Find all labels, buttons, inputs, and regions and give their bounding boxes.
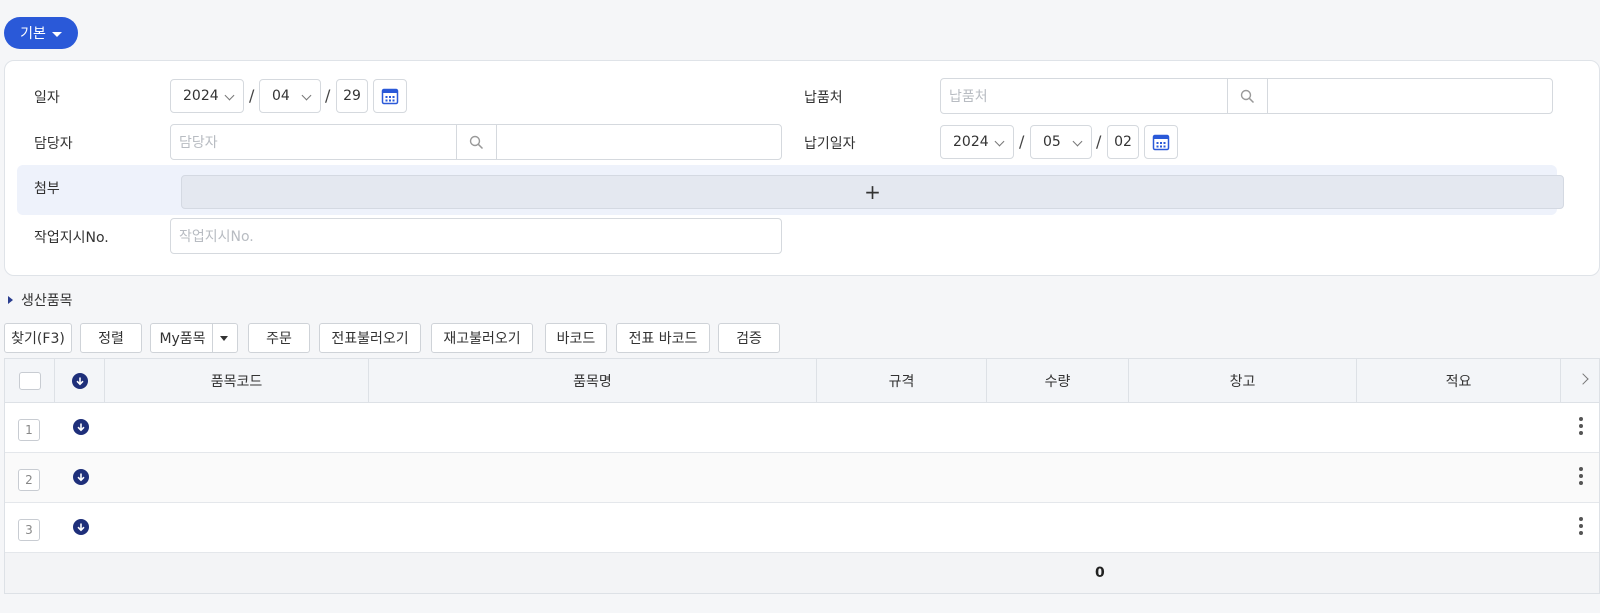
more-vertical-icon[interactable]	[1579, 467, 1583, 485]
input-form-card: 일자 2024 / 04 / 29 납품처 납품처 담당자 담당자 납기일자 2…	[4, 60, 1600, 276]
items-grid: 품목코드 품목명 규격 수량 창고 적요 1 2 3 0	[4, 358, 1600, 594]
arrow-down-circle-icon[interactable]	[73, 469, 89, 485]
supplier-search-button[interactable]	[1228, 79, 1268, 113]
plus-icon: +	[864, 180, 881, 204]
caret-down-icon	[51, 31, 62, 37]
work-order-label: 작업지시No.	[34, 230, 109, 246]
column-header[interactable]: 적요	[1357, 359, 1561, 403]
manager-name-display[interactable]	[497, 125, 781, 159]
date-day-input[interactable]: 29	[336, 79, 368, 113]
my-items-split-button: My품목	[150, 323, 238, 353]
barcode-button[interactable]: 바코드	[545, 323, 607, 353]
mode-label: 기본	[20, 26, 46, 42]
search-icon	[1240, 89, 1255, 103]
date-year-select[interactable]: 2024	[170, 79, 244, 113]
due-date-separator: /	[1096, 132, 1102, 151]
date-label: 일자	[34, 90, 60, 106]
supplier-search-field: 납품처	[940, 78, 1553, 114]
manager-search-field: 담당자	[170, 124, 782, 160]
due-date-day-input[interactable]: 02	[1107, 125, 1139, 159]
section-toggle[interactable]: 생산품목	[8, 290, 73, 310]
chevron-down-icon	[1072, 136, 1083, 147]
supplier-name-display[interactable]	[1268, 79, 1552, 113]
expand-all-cell	[55, 359, 105, 403]
date-month-select[interactable]: 04	[259, 79, 321, 113]
table-row[interactable]: 1	[5, 403, 1599, 453]
manager-label: 담당자	[34, 136, 73, 152]
manager-input[interactable]: 담당자	[171, 125, 457, 159]
triangle-right-icon	[8, 296, 13, 304]
arrow-down-circle-icon[interactable]	[71, 373, 88, 389]
attachment-label: 첨부	[34, 181, 60, 197]
due-date-month-select[interactable]: 05	[1030, 125, 1092, 159]
calendar-button[interactable]	[373, 79, 407, 113]
grid-header: 품목코드 품목명 규격 수량 창고 적요	[5, 359, 1599, 403]
quantity-total: 0	[1095, 565, 1105, 581]
table-row[interactable]: 2	[5, 453, 1599, 503]
find-button[interactable]: 찾기(F3)	[4, 323, 72, 353]
column-header[interactable]: 규격	[817, 359, 987, 403]
date-separator: /	[249, 86, 255, 105]
verify-button[interactable]: 검증	[718, 323, 780, 353]
chevron-right-icon[interactable]	[1577, 373, 1589, 385]
select-all-cell	[5, 359, 55, 403]
slip-barcode-button[interactable]: 전표 바코드	[616, 323, 710, 353]
arrow-down-circle-icon[interactable]	[73, 519, 89, 535]
search-icon	[469, 135, 484, 149]
load-slip-button[interactable]: 전표불러오기	[319, 323, 421, 353]
chevron-down-icon	[994, 136, 1005, 147]
order-button[interactable]: 주문	[248, 323, 310, 353]
section-title: 생산품목	[21, 293, 73, 309]
row-number[interactable]: 1	[18, 419, 40, 441]
due-date-calendar-button[interactable]	[1144, 125, 1178, 159]
column-header[interactable]: 품목코드	[105, 359, 369, 403]
calendar-icon	[381, 88, 399, 105]
grid-footer: 0	[5, 553, 1599, 593]
column-header[interactable]: 수량	[987, 359, 1129, 403]
calendar-icon	[1152, 134, 1170, 151]
due-date-separator: /	[1019, 132, 1025, 151]
arrow-down-circle-icon[interactable]	[73, 419, 89, 435]
my-items-button[interactable]: My품목	[153, 324, 213, 352]
supplier-input[interactable]: 납품처	[941, 79, 1228, 113]
load-stock-button[interactable]: 재고불러오기	[431, 323, 533, 353]
select-all-checkbox[interactable]	[18, 372, 41, 390]
supplier-label: 납품처	[804, 90, 843, 106]
work-order-input[interactable]: 작업지시No.	[170, 218, 782, 254]
chevron-down-icon	[301, 90, 312, 101]
column-header[interactable]: 품목명	[369, 359, 817, 403]
table-row[interactable]: 3	[5, 503, 1599, 553]
due-date-label: 납기일자	[804, 136, 856, 152]
manager-search-button[interactable]	[457, 125, 497, 159]
row-number[interactable]: 3	[18, 519, 40, 541]
caret-down-icon	[219, 335, 228, 341]
date-separator: /	[325, 86, 331, 105]
my-items-dropdown[interactable]	[213, 324, 235, 352]
chevron-down-icon	[224, 90, 235, 101]
mode-dropdown-button[interactable]: 기본	[4, 17, 78, 49]
more-vertical-icon[interactable]	[1579, 517, 1583, 535]
add-attachment-button[interactable]: +	[181, 175, 1564, 209]
due-date-year-select[interactable]: 2024	[940, 125, 1014, 159]
column-header[interactable]: 창고	[1129, 359, 1357, 403]
row-number[interactable]: 2	[18, 469, 40, 491]
more-vertical-icon[interactable]	[1579, 417, 1583, 435]
attachment-row: 첨부 +	[17, 165, 1564, 215]
sort-button[interactable]: 정렬	[80, 323, 142, 353]
